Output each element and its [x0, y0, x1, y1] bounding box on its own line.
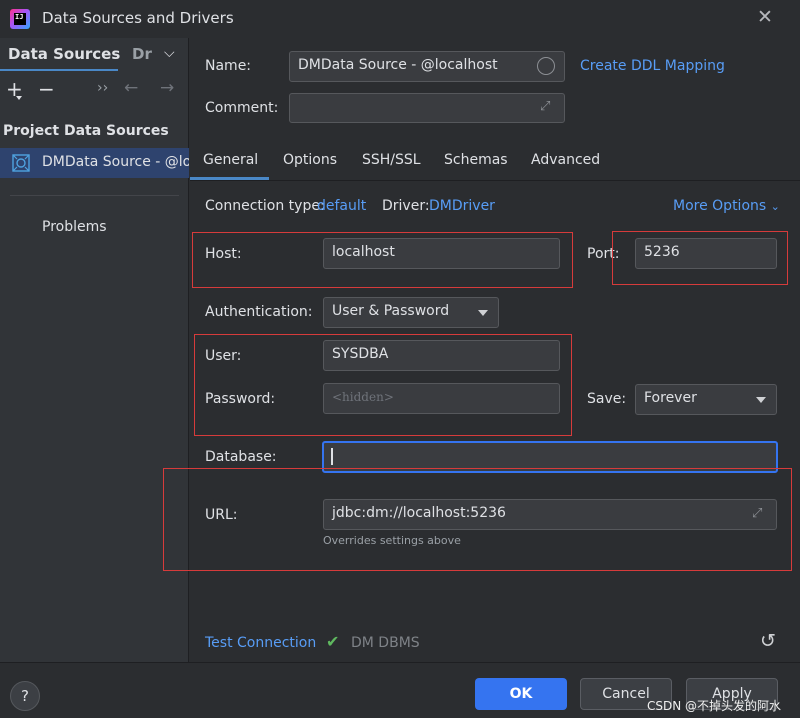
more-options-link[interactable]: More Options ⌄ — [673, 198, 780, 214]
close-icon[interactable]: ✕ — [757, 6, 773, 28]
tab-drivers[interactable]: Drivers — [132, 45, 152, 63]
reset-icon[interactable]: ↺ — [760, 630, 776, 652]
tab-data-sources[interactable]: Data Sources — [8, 45, 120, 63]
text-caret — [331, 448, 333, 465]
dbms-name: DM DBMS — [351, 635, 420, 651]
name-label: Name: — [205, 58, 252, 74]
authentication-value: User & Password — [332, 303, 450, 319]
create-ddl-mapping-link[interactable]: Create DDL Mapping — [580, 58, 725, 74]
save-dropdown[interactable]: Forever — [635, 384, 777, 415]
driver-link[interactable]: DMDriver — [429, 198, 495, 214]
tab-ssh-ssl[interactable]: SSH/SSL — [362, 152, 421, 168]
authentication-label: Authentication: — [205, 304, 313, 320]
window-title: Data Sources and Drivers — [42, 9, 234, 27]
annotation-box-credentials — [194, 334, 572, 436]
tab-general[interactable]: General — [203, 152, 258, 168]
test-connection-link[interactable]: Test Connection — [205, 635, 316, 651]
database-icon — [12, 154, 30, 172]
more-icon[interactable]: ›› — [97, 80, 108, 96]
authentication-dropdown[interactable]: User & Password — [323, 297, 499, 328]
sidebar-item-label: DMData Source - @localhost — [42, 154, 189, 170]
check-icon: ✔ — [326, 632, 340, 651]
more-options-label: More Options — [673, 198, 767, 214]
intellij-app-icon: IJ — [10, 9, 30, 29]
app-icon-text: IJ — [15, 13, 24, 21]
forward-arrow-icon[interactable]: → — [160, 78, 174, 98]
save-value: Forever — [644, 390, 697, 406]
ok-button[interactable]: OK — [475, 678, 567, 710]
database-label: Database: — [205, 449, 277, 465]
annotation-box-port — [612, 231, 788, 285]
watermark: CSDN @不掉头发的阿水 — [647, 699, 782, 713]
expand-icon[interactable]: ⤢ — [540, 99, 550, 114]
name-field-value: DMData Source - @localhost — [298, 57, 498, 73]
dropdown-arrow-icon — [478, 310, 488, 316]
help-button[interactable]: ? — [10, 681, 40, 711]
sidebar-item-problems[interactable]: Problems — [42, 219, 107, 235]
driver-label: Driver: — [382, 198, 430, 214]
connection-type-link[interactable]: default — [317, 198, 366, 214]
chevron-down-icon: ⌄ — [770, 200, 780, 213]
annotation-box-host — [192, 232, 573, 288]
chevron-down-icon[interactable]: ⌵ — [164, 45, 175, 61]
add-dropdown-arrow-icon[interactable] — [16, 96, 22, 100]
back-arrow-icon[interactable]: ← — [124, 78, 138, 98]
save-label: Save: — [587, 391, 627, 407]
tab-schemas[interactable]: Schemas — [444, 152, 508, 168]
comment-field[interactable] — [289, 93, 565, 123]
connection-type-label: Connection type: — [205, 198, 325, 214]
active-tab-underline — [0, 69, 118, 71]
color-circle-icon[interactable] — [537, 57, 555, 75]
tab-options[interactable]: Options — [283, 152, 337, 168]
remove-icon[interactable]: − — [38, 77, 55, 101]
comment-label: Comment: — [205, 100, 279, 116]
tabs-divider — [190, 180, 800, 181]
dropdown-arrow-icon — [756, 397, 766, 403]
tab-advanced[interactable]: Advanced — [531, 152, 600, 168]
sidebar-item-dm-data-source[interactable]: DMData Source - @localhost — [0, 148, 189, 178]
group-project-data-sources: Project Data Sources — [3, 123, 169, 139]
name-field[interactable]: DMData Source - @localhost — [289, 51, 565, 82]
sidebar-divider — [10, 195, 179, 196]
annotation-box-url — [163, 468, 792, 571]
